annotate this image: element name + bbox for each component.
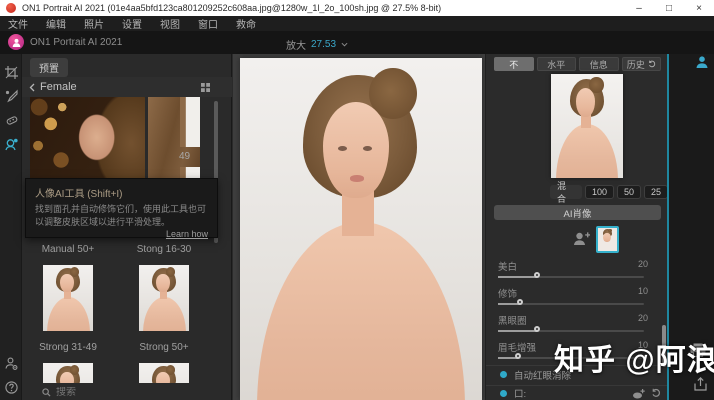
search-icon [42, 388, 51, 397]
window-title: ON1 Portrait AI 2021 (01e4aa5bfd123ca801… [22, 3, 441, 13]
preset-label: Manual 50+ [38, 244, 98, 255]
minimize-button[interactable]: – [624, 0, 654, 16]
zoom-control: 放大 27.53 [286, 37, 348, 52]
tab-levels[interactable]: 水平 [537, 57, 577, 71]
tab-navigator[interactable]: 不 [494, 57, 534, 71]
app-icon [6, 3, 16, 13]
mouth-section-row: 口: [486, 385, 669, 400]
ai-portrait-button[interactable]: AI肖像 [494, 205, 661, 220]
category-name: Female [40, 81, 77, 93]
blend-50-button[interactable]: 50 [617, 185, 641, 199]
slider-label: 眉毛增强 [498, 340, 536, 354]
toggle-on-indicator[interactable] [500, 371, 507, 378]
preset-thumbnail[interactable] [43, 363, 93, 383]
slider-value: 10 [638, 286, 648, 296]
face-refresh-icon[interactable] [632, 388, 645, 399]
title-bar: ON1 Portrait AI 2021 (01e4aa5bfd123ca801… [0, 0, 714, 16]
blend-25-button[interactable]: 25 [644, 185, 668, 199]
preset-panel: 预置 Female 49 人像AI工具 (Shift+I) 找到面孔并自动修饰它… [22, 54, 232, 400]
blend-100-button[interactable]: 100 [585, 185, 614, 199]
slider-label: 美白 [498, 259, 517, 273]
preset-thumbnail[interactable] [43, 265, 93, 331]
tab-history[interactable]: 历史 [622, 57, 662, 71]
face-brush-tool-icon[interactable] [4, 89, 19, 104]
portrait-ai-tool-icon[interactable] [4, 137, 19, 152]
zhihu-watermark: 知乎 @阿浪 [554, 335, 714, 379]
add-face-icon[interactable] [572, 230, 590, 253]
export-share-icon[interactable] [694, 377, 707, 396]
window-controls: – □ × [624, 0, 714, 16]
section-enabled-indicator[interactable] [500, 390, 507, 397]
preset-thumbnail[interactable] [139, 363, 189, 383]
menu-view[interactable]: 视图 [160, 16, 180, 31]
tool-sidebar [0, 54, 22, 400]
learn-how-link[interactable]: Learn how [35, 229, 208, 239]
menu-bar: 文件 编辑 照片 设置 视图 窗口 救命 [0, 16, 714, 31]
blend-label: 混合 [550, 185, 582, 199]
section-actions [632, 388, 661, 399]
preset-thumbnail-bokeh[interactable] [30, 97, 145, 181]
tooltip-body: 找到面孔并自动修饰它们，使用此工具也可以调整皮肤区域以进行平滑处理。 [35, 203, 208, 228]
panel-tabs: 不 水平 信息 历史 [494, 57, 661, 71]
canvas-area [233, 54, 485, 400]
slider-label: 修饰 [498, 286, 517, 300]
on1-logo-icon [8, 34, 24, 50]
history-undo-icon [648, 60, 656, 68]
maximize-button[interactable]: □ [654, 0, 684, 16]
account-icon[interactable] [4, 356, 19, 371]
presets-tab[interactable]: 预置 [30, 58, 68, 77]
menu-file[interactable]: 文件 [8, 16, 28, 31]
preset-category-header: Female [22, 77, 232, 97]
menu-settings[interactable]: 设置 [122, 16, 142, 31]
preset-label: Strong 31-49 [38, 342, 98, 353]
back-chevron-icon[interactable] [29, 83, 35, 92]
tab-info[interactable]: 信息 [579, 57, 619, 71]
reset-undo-icon[interactable] [651, 388, 661, 398]
slider-value: 20 [638, 259, 648, 269]
preset-search [22, 384, 232, 400]
crop-tool-icon[interactable] [4, 65, 19, 80]
help-icon[interactable] [4, 380, 19, 395]
blend-preview-group: 混合 100 50 25 [550, 185, 668, 199]
close-button[interactable]: × [684, 0, 714, 16]
main-photo[interactable] [240, 58, 482, 400]
app-header: ON1 Portrait AI 2021 放大 27.53 混合 100 50 … [0, 31, 714, 54]
slider-label: 黑眼圈 [498, 313, 527, 327]
user-account-icon[interactable] [695, 55, 709, 74]
menu-edit[interactable]: 编辑 [46, 16, 66, 31]
preset-thumbnail[interactable] [139, 265, 189, 331]
tool-tooltip: 人像AI工具 (Shift+I) 找到面孔并自动修饰它们，使用此工具也可以调整皮… [25, 178, 218, 238]
retouch-tool-icon[interactable] [4, 113, 19, 128]
tab-history-label: 历史 [627, 58, 645, 71]
app-name-label: ON1 Portrait AI 2021 [30, 37, 122, 48]
menu-help[interactable]: 救命 [236, 16, 256, 31]
preset-label: Strong 50+ [134, 342, 194, 353]
zoom-label: 放大 [286, 37, 306, 52]
grid-view-icon[interactable] [201, 83, 210, 92]
navigator-preview[interactable] [551, 74, 623, 178]
selected-face-thumbnail[interactable] [596, 226, 619, 253]
chevron-down-icon[interactable] [341, 42, 348, 47]
slider-track[interactable] [498, 303, 644, 305]
preset-thumbnail-partial[interactable] [180, 97, 200, 147]
slider-track[interactable] [498, 330, 644, 332]
on1-portrait-window: ON1 Portrait AI 2021 (01e4aa5bfd123ca801… [0, 0, 714, 400]
menu-photo[interactable]: 照片 [84, 16, 104, 31]
slider-value: 20 [638, 313, 648, 323]
preset-label: Stong 16-30 [134, 244, 194, 255]
zoom-value[interactable]: 27.53 [311, 39, 336, 50]
menu-window[interactable]: 窗口 [198, 16, 218, 31]
slider-track[interactable] [498, 276, 644, 278]
slider-whiten: 美白 20 [498, 259, 644, 286]
slider-retouch: 修饰 10 [498, 286, 644, 313]
preset-partial-label: 49 [179, 151, 190, 162]
mouth-section-label: 口: [514, 386, 526, 400]
search-input[interactable] [56, 387, 176, 398]
face-selection-row [486, 225, 669, 255]
tooltip-title: 人像AI工具 (Shift+I) [35, 185, 208, 200]
